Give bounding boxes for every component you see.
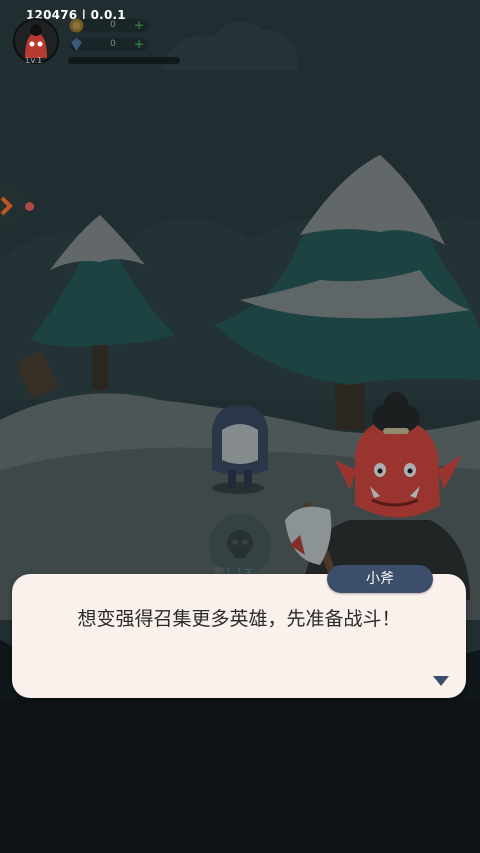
add-gold-button[interactable]: + <box>134 19 144 32</box>
add-gem-button[interactable]: + <box>134 38 144 51</box>
speaker-name-tag: 小斧 <box>327 565 433 593</box>
notification-dot <box>25 202 34 211</box>
gem-resource: 0 + <box>70 38 148 51</box>
hud: 120476 | 0.0.1 Lv.1 0 + 0 + <box>0 0 480 80</box>
dialog-text: 想变强得召集更多英雄，先准备战斗！ <box>77 608 401 630</box>
gem-value: 0 <box>110 39 116 49</box>
player-level: Lv.1 <box>26 56 43 65</box>
gold-resource: 0 + <box>69 18 148 33</box>
gold-coin-icon <box>69 18 84 33</box>
back-arrow-icon <box>0 196 13 216</box>
gem-icon <box>71 38 82 51</box>
experience-bar <box>68 57 180 64</box>
side-menu-button[interactable] <box>0 182 26 230</box>
game-scene <box>0 0 480 853</box>
gold-value: 0 <box>110 20 116 30</box>
next-arrow-icon[interactable] <box>433 676 449 686</box>
